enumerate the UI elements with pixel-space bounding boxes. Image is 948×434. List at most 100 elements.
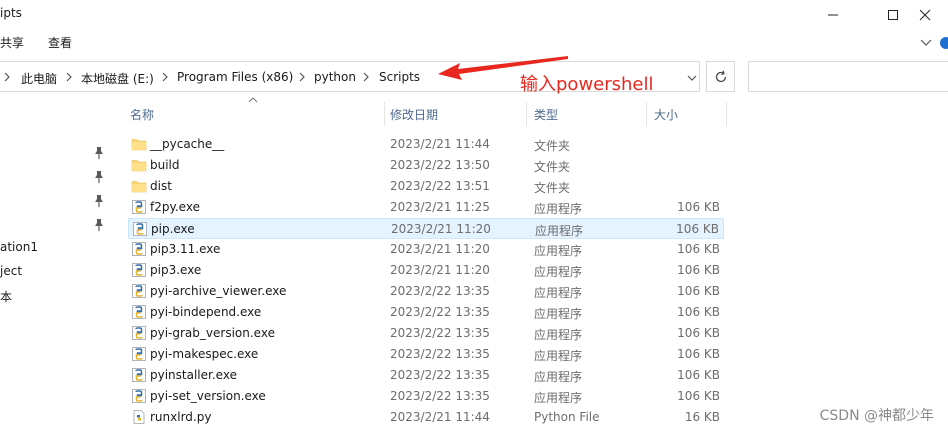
nav-item[interactable]: 本	[0, 288, 12, 305]
file-row[interactable]: dist 2023/2/22 13:51 文件夹	[128, 176, 724, 197]
file-type: 文件夹	[534, 160, 571, 174]
column-header-size[interactable]: 大小	[654, 106, 678, 123]
file-row[interactable]: pip3.exe 2023/2/21 11:20 应用程序 106 KB	[128, 260, 724, 281]
refresh-icon	[715, 70, 726, 82]
file-date: 2023/2/21 11:44	[390, 137, 490, 151]
breadcrumb-this-pc[interactable]: 此电脑	[21, 70, 57, 87]
file-date: 2023/2/21 11:44	[390, 410, 490, 424]
breadcrumb-scripts[interactable]: Scripts	[379, 70, 420, 84]
file-size: 106 KB	[677, 368, 720, 382]
tab-share[interactable]: 共享	[0, 34, 24, 51]
file-size: 106 KB	[677, 263, 720, 277]
file-size: 106 KB	[677, 305, 720, 319]
chevron-down-icon	[920, 39, 932, 46]
breadcrumb-program-files[interactable]: Program Files (x86)	[177, 70, 293, 84]
file-row[interactable]: pyi-archive_viewer.exe 2023/2/22 13:35 应用程…	[128, 281, 724, 302]
file-name: pyi-archive_viewer.exe	[150, 284, 287, 298]
file-type: 应用程序	[534, 349, 583, 363]
file-size: 106 KB	[677, 242, 720, 256]
file-name: f2py.exe	[150, 200, 200, 214]
file-date: 2023/2/22 13:51	[390, 179, 490, 193]
file-name: runxlrd.py	[150, 410, 212, 424]
pin-icon[interactable]	[93, 218, 105, 232]
file-type: 应用程序	[534, 370, 583, 384]
python-file-icon	[131, 409, 147, 425]
file-date: 2023/2/22 13:35	[390, 284, 490, 298]
file-name: pip.exe	[151, 222, 195, 236]
column-divider[interactable]	[726, 102, 727, 126]
file-date: 2023/2/21 11:20	[390, 263, 490, 277]
file-type: 应用程序	[534, 202, 583, 216]
python-exe-icon	[132, 221, 148, 237]
file-row[interactable]: pyi-grab_version.exe 2023/2/22 13:35 应用程序 1…	[128, 323, 724, 344]
file-row[interactable]: __pycache__ 2023/2/21 11:44 文件夹	[128, 134, 724, 155]
column-header-type[interactable]: 类型	[534, 106, 558, 123]
file-row[interactable]: pyi-makespec.exe 2023/2/22 13:35 应用程序 106 K…	[128, 344, 724, 365]
file-name: build	[150, 158, 180, 172]
window-title: ipts	[0, 6, 22, 20]
file-row[interactable]: build 2023/2/22 13:50 文件夹	[128, 155, 724, 176]
file-date: 2023/2/22 13:50	[390, 158, 490, 172]
file-row[interactable]: f2py.exe 2023/2/21 11:25 应用程序 106 KB	[128, 197, 724, 218]
python-exe-icon	[131, 241, 147, 257]
file-row[interactable]: pip3.11.exe 2023/2/21 11:20 应用程序 106 KB	[128, 239, 724, 260]
close-icon	[919, 9, 931, 21]
chevron-down-icon	[687, 75, 697, 81]
file-row[interactable]: runxlrd.py 2023/2/21 11:44 Python File 16 K…	[128, 407, 724, 428]
refresh-button[interactable]	[706, 61, 735, 92]
help-icon	[940, 37, 948, 49]
column-header-name[interactable]: 名称	[130, 106, 154, 123]
chevron-right-icon	[162, 72, 168, 82]
pin-icon[interactable]	[93, 146, 105, 160]
nav-item[interactable]: ation1	[0, 240, 38, 254]
file-name: pip3.11.exe	[150, 242, 221, 256]
file-row[interactable]: pyi-bindepend.exe 2023/2/22 13:35 应用程序 106 …	[128, 302, 724, 323]
search-input[interactable]	[748, 61, 948, 92]
file-type: 应用程序	[534, 244, 583, 258]
file-type: 应用程序	[534, 307, 583, 321]
file-date: 2023/2/22 13:35	[390, 326, 490, 340]
breadcrumb-local-disk[interactable]: 本地磁盘 (E:)	[81, 70, 154, 87]
folder-icon	[131, 136, 147, 152]
nav-item[interactable]: ject	[0, 264, 22, 278]
file-date: 2023/2/22 13:35	[390, 389, 490, 403]
column-divider[interactable]	[646, 102, 647, 126]
file-row[interactable]: pyi-set_version.exe 2023/2/22 13:35 应用程序 10…	[128, 386, 724, 407]
file-row[interactable]: pip.exe 2023/2/21 11:20 应用程序 106 KB	[128, 218, 724, 239]
column-divider[interactable]	[384, 102, 385, 126]
python-exe-icon	[131, 325, 147, 341]
file-size: 106 KB	[677, 200, 720, 214]
file-size: 106 KB	[677, 347, 720, 361]
address-history-button[interactable]	[687, 71, 697, 85]
tab-view[interactable]: 查看	[48, 34, 72, 51]
pin-icon[interactable]	[93, 194, 105, 208]
file-type: Python File	[534, 410, 600, 424]
annotation-text: 输入powershell	[520, 74, 654, 95]
pin-icon[interactable]	[93, 170, 105, 184]
file-type: 应用程序	[534, 265, 583, 279]
file-type: 应用程序	[535, 224, 584, 238]
file-size: 106 KB	[677, 326, 720, 340]
python-exe-icon	[131, 304, 147, 320]
folder-icon	[131, 178, 147, 194]
file-row[interactable]: pyinstaller.exe 2023/2/22 13:35 应用程序 106 KB	[128, 365, 724, 386]
column-divider[interactable]	[526, 102, 527, 126]
python-exe-icon	[131, 367, 147, 383]
help-button[interactable]	[936, 36, 948, 53]
file-date: 2023/2/21 11:20	[390, 242, 490, 256]
file-date: 2023/2/22 13:35	[390, 368, 490, 382]
breadcrumb-python[interactable]: python	[314, 70, 356, 84]
ribbon-expand-button[interactable]	[920, 36, 932, 50]
file-type: 文件夹	[534, 139, 571, 153]
file-name: pyi-grab_version.exe	[150, 326, 275, 340]
file-name: pyi-makespec.exe	[150, 347, 259, 361]
close-button[interactable]	[902, 0, 948, 30]
python-exe-icon	[131, 199, 147, 215]
file-size: 106 KB	[677, 284, 720, 298]
maximize-icon	[888, 10, 898, 20]
column-header-date[interactable]: 修改日期	[390, 106, 438, 123]
folder-icon	[131, 157, 147, 173]
file-name: pyinstaller.exe	[150, 368, 237, 382]
file-name: pyi-bindepend.exe	[150, 305, 262, 319]
minimize-button[interactable]	[810, 0, 856, 30]
